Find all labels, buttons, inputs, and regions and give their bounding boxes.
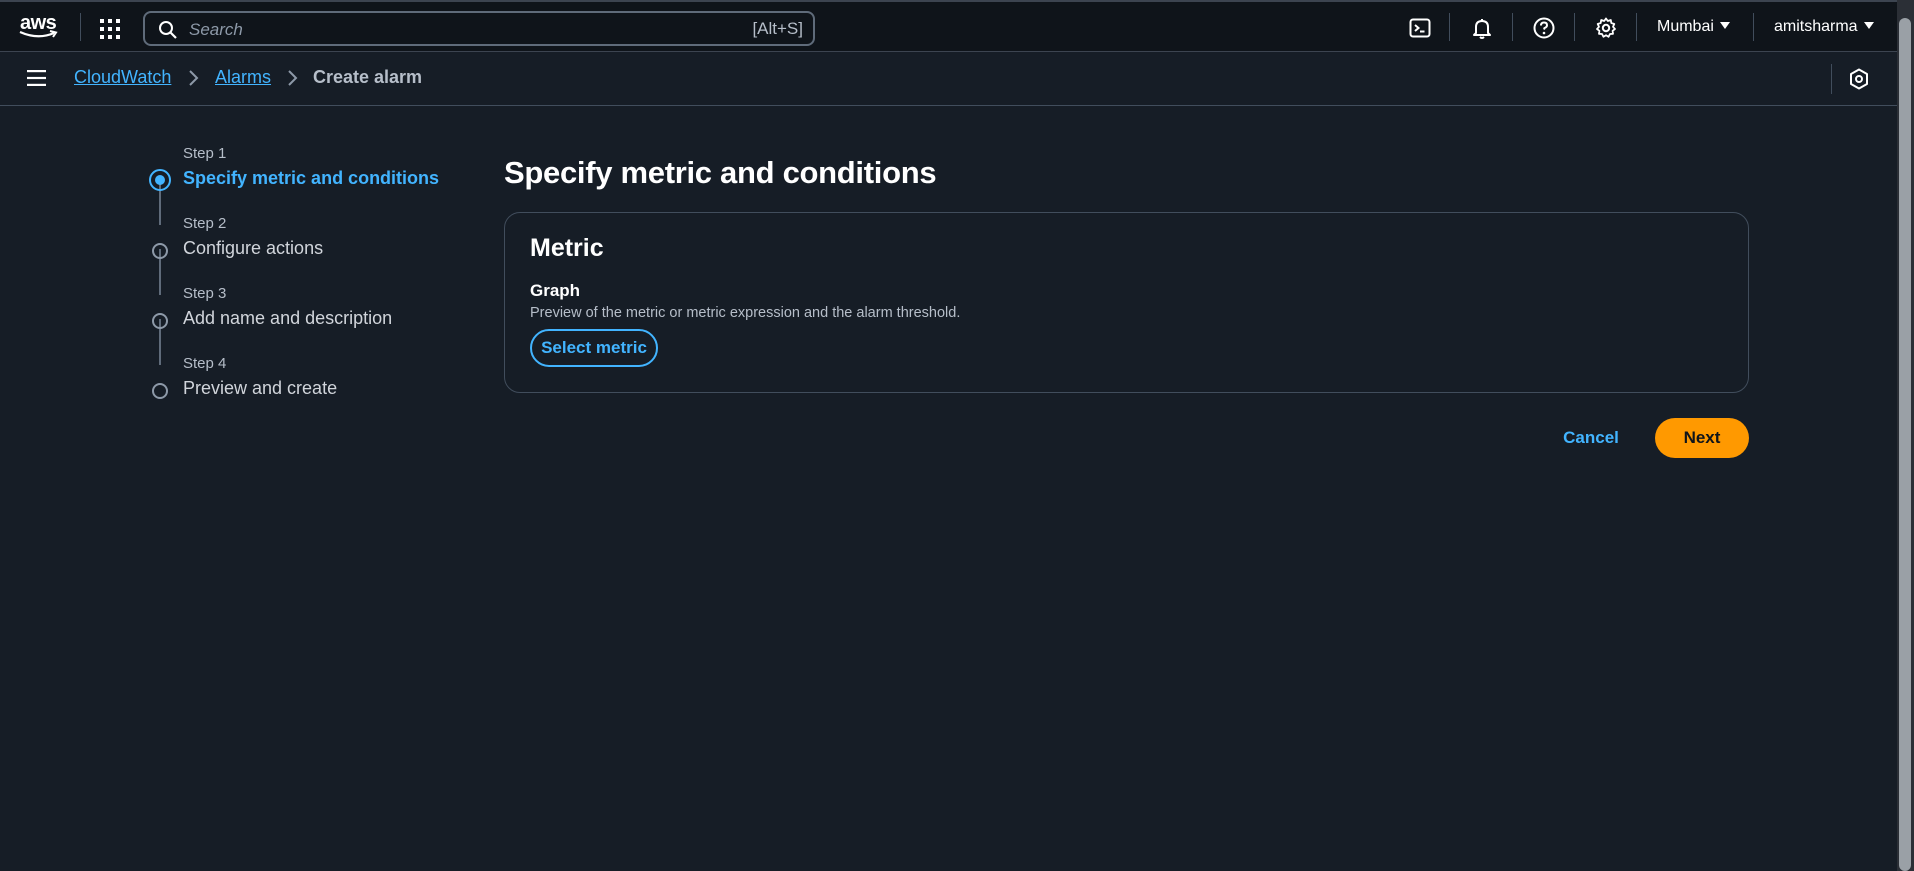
- divider: [1753, 13, 1754, 41]
- aws-smile-icon: [19, 30, 58, 38]
- help-icon[interactable]: [1532, 16, 1556, 40]
- caret-down-icon: [1719, 22, 1730, 29]
- step-indicator-icon: [152, 383, 168, 399]
- divider: [1574, 13, 1575, 41]
- chevron-right-icon: [288, 70, 298, 86]
- step-title[interactable]: Specify metric and conditions: [183, 168, 439, 189]
- step-title[interactable]: Configure actions: [183, 238, 323, 259]
- bell-icon[interactable]: [1470, 16, 1494, 40]
- select-metric-button[interactable]: Select metric: [530, 329, 658, 367]
- panel-title: Metric: [530, 234, 604, 262]
- user-menu[interactable]: amitsharma: [1774, 18, 1874, 36]
- cancel-button[interactable]: Cancel: [1553, 420, 1629, 456]
- step-title[interactable]: Add name and description: [183, 308, 392, 329]
- divider: [1636, 13, 1637, 41]
- gear-icon[interactable]: [1594, 16, 1618, 40]
- breadcrumb-alarms[interactable]: Alarms: [215, 67, 271, 88]
- scrollbar[interactable]: [1897, 0, 1914, 871]
- caret-down-icon: [1863, 22, 1874, 29]
- page-title: Specify metric and conditions: [504, 155, 937, 190]
- top-navigation: aws [Alt+S]: [0, 0, 1897, 52]
- region-label: Mumbai: [1657, 18, 1714, 35]
- user-name: amitsharma: [1774, 18, 1858, 35]
- divider: [80, 13, 81, 41]
- step-indicator-icon: [152, 243, 168, 259]
- search-shortcut: [Alt+S]: [752, 19, 803, 38]
- search-input[interactable]: [187, 17, 691, 43]
- services-grid-icon[interactable]: [99, 18, 121, 40]
- step-number: Step 4: [183, 355, 227, 372]
- menu-icon[interactable]: [27, 70, 47, 86]
- aws-logo[interactable]: aws: [18, 13, 60, 41]
- chevron-right-icon: [189, 70, 199, 86]
- step-number: Step 1: [183, 145, 227, 162]
- breadcrumb-current: Create alarm: [313, 67, 423, 87]
- graph-label: Graph: [530, 281, 581, 300]
- metric-panel: Metric Graph Preview of the metric or me…: [504, 212, 1749, 393]
- search-icon: [159, 21, 177, 39]
- help-panel-hexagon-icon[interactable]: [1849, 68, 1869, 90]
- step-active-indicator-icon: [149, 169, 171, 191]
- divider: [1831, 64, 1832, 94]
- step-number: Step 2: [183, 215, 227, 232]
- step-number: Step 3: [183, 285, 227, 302]
- region-selector[interactable]: Mumbai: [1657, 18, 1730, 36]
- scrollbar-thumb[interactable]: [1899, 18, 1911, 871]
- next-button[interactable]: Next: [1655, 418, 1749, 458]
- cloudshell-icon[interactable]: [1408, 16, 1432, 40]
- divider: [1512, 13, 1513, 41]
- step-title[interactable]: Preview and create: [183, 378, 337, 399]
- breadcrumb-bar: CloudWatch Alarms Create alarm: [0, 52, 1897, 106]
- divider: [1449, 13, 1450, 41]
- graph-description: Preview of the metric or metric expressi…: [530, 305, 961, 321]
- step-indicator-icon: [152, 313, 168, 329]
- breadcrumb-cloudwatch[interactable]: CloudWatch: [74, 67, 171, 88]
- search-box[interactable]: [Alt+S]: [143, 11, 815, 46]
